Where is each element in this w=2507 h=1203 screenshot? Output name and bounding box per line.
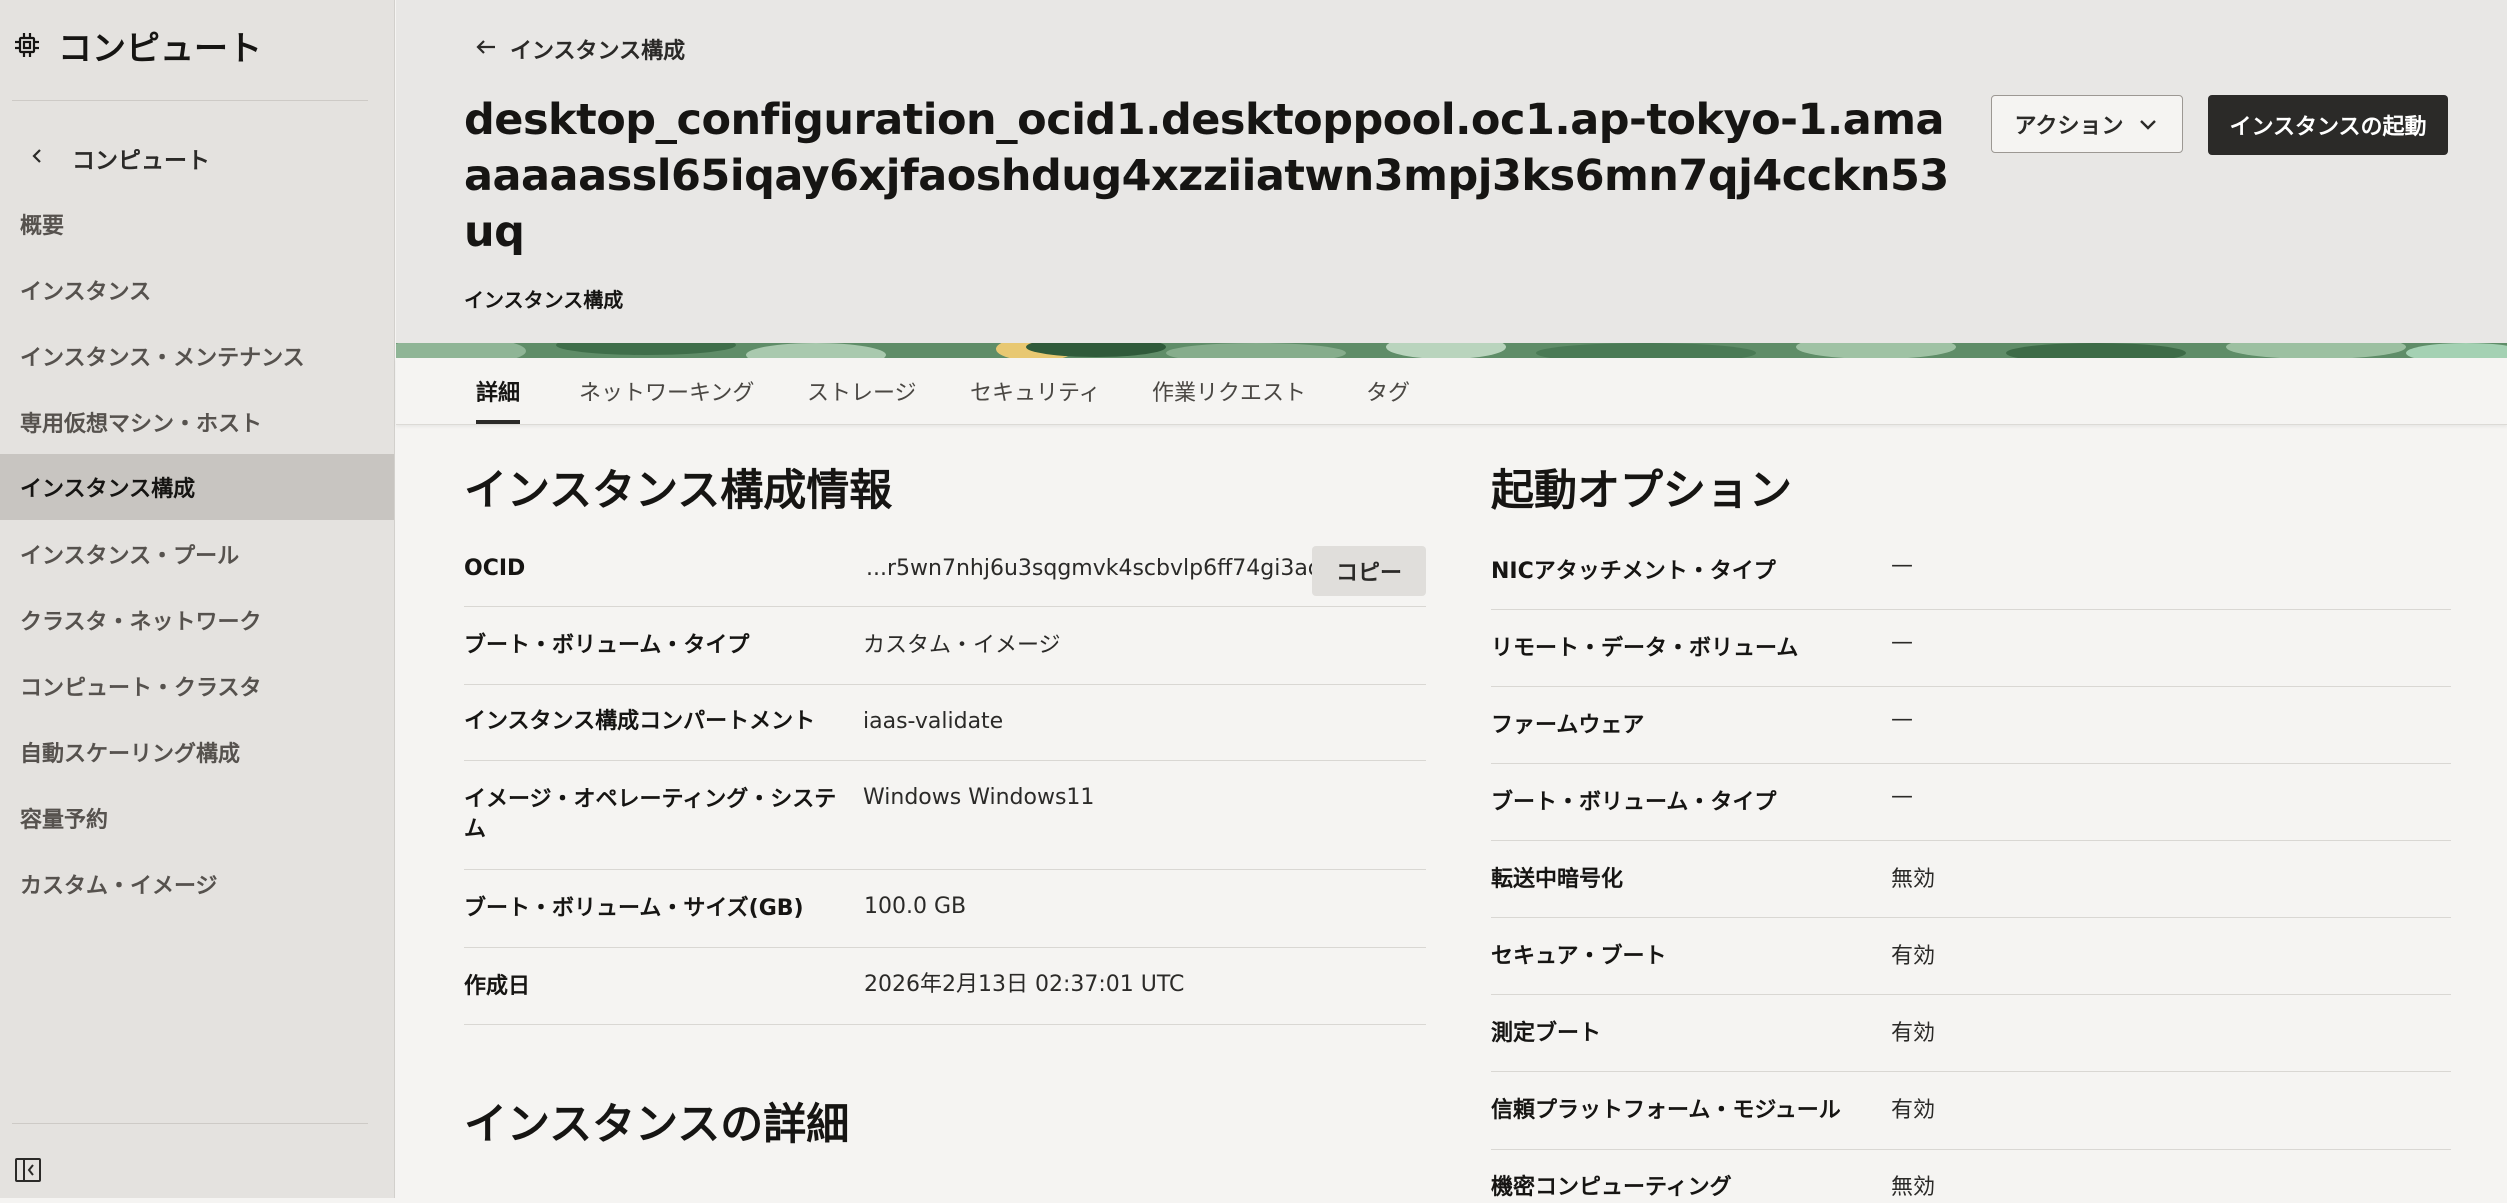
tab-security-label: セキュリティ	[970, 381, 1101, 406]
launch-options-title: 起動オプション	[1491, 466, 1792, 516]
launch-row-trusted-platform-module: 信頼プラットフォーム・モジュール 有効	[1491, 1072, 2451, 1150]
config-label-compartment: インスタンス構成コンパートメント	[464, 709, 816, 734]
launch-value-boot-volume-type: —	[1891, 784, 1913, 809]
sidebar-item-autoscaling-configurations[interactable]: 自動スケーリング構成	[0, 720, 394, 784]
tab-networking-label: ネットワーキング	[579, 381, 755, 406]
config-value-ocid: ...r5wn7nhj6u3sqgmvk4scbvlp6ff74gi3aq	[866, 556, 1322, 581]
launch-row-secure-boot: セキュア・ブート 有効	[1491, 918, 2451, 995]
config-row-ocid: OCID ...r5wn7nhj6u3sqgmvk4scbvlp6ff74gi3…	[464, 546, 1426, 607]
launch-label-measured-boot: 測定ブート	[1491, 1021, 1602, 1046]
launch-value-secure-boot: 有効	[1891, 944, 1936, 969]
launch-label-nic-attachment-type: NICアタッチメント・タイプ	[1491, 559, 1776, 584]
launch-label-confidential-computing: 機密コンピューティング	[1491, 1175, 1732, 1200]
launch-row-confidential-computing: 機密コンピューティング 無効	[1491, 1150, 2451, 1200]
chip-icon	[12, 30, 42, 60]
tab-storage-label: ストレージ	[807, 381, 917, 406]
config-value-compartment: iaas-validate	[863, 709, 1004, 734]
launch-value-in-transit-encryption: 無効	[1891, 867, 1936, 892]
tab-security[interactable]: セキュリティ	[970, 358, 1101, 424]
launch-label-secure-boot: セキュア・ブート	[1491, 944, 1667, 969]
tab-networking[interactable]: ネットワーキング	[579, 358, 754, 424]
sidebar-back-label: コンピュート	[72, 148, 210, 174]
config-label-boot-volume-type: ブート・ボリューム・タイプ	[464, 633, 750, 658]
tab-storage[interactable]: ストレージ	[807, 358, 917, 424]
sidebar-title: コンピュート	[58, 28, 262, 69]
launch-value-measured-boot: 有効	[1891, 1021, 1936, 1046]
sidebar-item-cluster-networks[interactable]: クラスタ・ネットワーク	[0, 588, 394, 652]
launch-row-boot-volume-type: ブート・ボリューム・タイプ —	[1491, 764, 2451, 841]
launch-label-firmware: ファームウェア	[1491, 713, 1645, 738]
config-info-title: インスタンス構成情報	[464, 466, 893, 516]
arrow-left-icon	[474, 35, 498, 63]
launch-value-firmware: —	[1891, 707, 1913, 732]
sidebar-header: コンピュート	[12, 20, 262, 70]
actions-dropdown-button[interactable]: アクション	[1991, 95, 2183, 153]
tab-tags-label: タグ	[1366, 381, 1411, 406]
config-row-boot-volume-size: ブート・ボリューム・サイズ(GB) 100.0 GB	[464, 870, 1426, 948]
page-subtitle: インスタンス構成	[464, 288, 624, 312]
launch-row-firmware: ファームウェア —	[1491, 687, 2451, 764]
back-to-instance-configurations-link[interactable]: インスタンス構成	[474, 32, 685, 66]
sidebar-item-custom-images[interactable]: カスタム・イメージ	[0, 852, 394, 916]
config-row-boot-volume-type: ブート・ボリューム・タイプ カスタム・イメージ	[464, 607, 1426, 685]
sidebar-item-instances[interactable]: インスタンス	[0, 258, 394, 322]
tab-details-label: 詳細	[476, 381, 521, 406]
tab-bar: 詳細 ネットワーキング ストレージ セキュリティ 作業リクエスト タグ	[396, 358, 2507, 425]
config-label-image-os: イメージ・オペレーティング・システム	[464, 787, 837, 842]
instance-details-title: インスタンスの詳細	[464, 1100, 850, 1150]
launch-row-measured-boot: 測定ブート 有効	[1491, 995, 2451, 1072]
config-value-created: 2026年2月13日 02:37:01 UTC	[864, 972, 1185, 997]
collapse-sidebar-icon[interactable]	[14, 1156, 44, 1186]
sidebar-item-instance-configurations[interactable]: インスタンス構成	[0, 454, 394, 520]
config-row-image-os: イメージ・オペレーティング・システム Windows Windows11	[464, 761, 1426, 870]
config-label-ocid: OCID	[464, 556, 526, 581]
actions-label: アクション	[2014, 114, 2124, 139]
sidebar-item-instance-maintenance[interactable]: インスタンス・メンテナンス	[0, 324, 394, 388]
tab-details[interactable]: 詳細	[476, 358, 521, 424]
launch-instance-button[interactable]: インスタンスの起動	[2208, 95, 2448, 155]
sidebar-bottom-divider	[12, 1123, 368, 1124]
chevron-left-icon	[28, 147, 46, 169]
page-header: インスタンス構成 desktop_configuration_ocid1.des…	[396, 0, 2507, 358]
tab-tags[interactable]: タグ	[1366, 358, 1410, 424]
sidebar-divider	[12, 100, 368, 101]
config-value-boot-volume-type: カスタム・イメージ	[863, 633, 1061, 658]
config-row-compartment: インスタンス構成コンパートメント iaas-validate	[464, 685, 1426, 761]
launch-value-trusted-platform-module: 有効	[1891, 1098, 1936, 1123]
tab-work-requests[interactable]: 作業リクエスト	[1152, 358, 1306, 424]
back-link-label: インスタンス構成	[510, 39, 686, 64]
launch-label-remote-data-volume: リモート・データ・ボリューム	[1491, 636, 1799, 661]
launch-label-in-transit-encryption: 転送中暗号化	[1491, 867, 1624, 892]
launch-value-confidential-computing: 無効	[1891, 1175, 1936, 1200]
launch-row-in-transit-encryption: 転送中暗号化 無効	[1491, 841, 2451, 918]
page-title: desktop_configuration_ocid1.desktoppool.…	[464, 95, 1949, 257]
chevron-down-icon	[2137, 113, 2159, 135]
launch-row-nic-attachment-type: NICアタッチメント・タイプ —	[1491, 533, 2451, 610]
launch-row-remote-data-volume: リモート・データ・ボリューム —	[1491, 610, 2451, 687]
copy-ocid-button[interactable]: コピー	[1312, 546, 1426, 596]
sidebar: コンピュート コンピュート 概要 インスタンス インスタンス・メンテナンス 専用…	[0, 0, 395, 1198]
config-label-boot-volume-size: ブート・ボリューム・サイズ(GB)	[464, 896, 804, 921]
tab-work-requests-label: 作業リクエスト	[1152, 381, 1307, 406]
config-label-created: 作成日	[464, 974, 531, 999]
sidebar-item-capacity-reservations[interactable]: 容量予約	[0, 786, 394, 850]
sidebar-item-compute-clusters[interactable]: コンピュート・クラスタ	[0, 654, 394, 718]
launch-label-trusted-platform-module: 信頼プラットフォーム・モジュール	[1491, 1098, 1841, 1123]
config-row-created: 作成日 2026年2月13日 02:37:01 UTC	[464, 948, 1426, 1025]
config-value-boot-volume-size: 100.0 GB	[864, 894, 967, 919]
launch-label-boot-volume-type: ブート・ボリューム・タイプ	[1491, 790, 1777, 815]
sidebar-item-instance-pools[interactable]: インスタンス・プール	[0, 522, 394, 586]
launch-value-remote-data-volume: —	[1891, 630, 1913, 655]
config-value-image-os: Windows Windows11	[863, 785, 1095, 810]
sidebar-item-overview[interactable]: 概要	[0, 192, 394, 256]
sidebar-item-dedicated-vm-hosts[interactable]: 専用仮想マシン・ホスト	[0, 390, 394, 454]
sidebar-back-link[interactable]: コンピュート	[28, 138, 210, 178]
decorative-banner	[396, 343, 2507, 358]
launch-value-nic-attachment-type: —	[1891, 553, 1913, 578]
